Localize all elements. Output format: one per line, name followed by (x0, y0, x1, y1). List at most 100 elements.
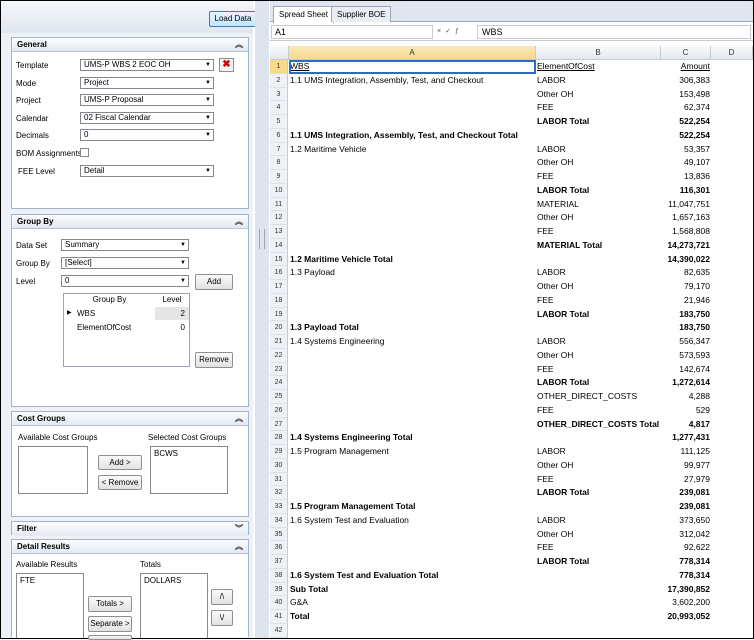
table-row[interactable]: 23 FEE 142,674 (270, 362, 753, 377)
cell-b[interactable]: LABOR (536, 266, 661, 280)
remove-cost-group-button[interactable]: < Remove (98, 475, 142, 490)
cell-c[interactable]: 522,254 (661, 115, 711, 129)
table-row[interactable]: 41 Total 20,993,052 (270, 610, 753, 624)
row-number[interactable]: 41 (270, 610, 288, 624)
row-number[interactable]: 21 (270, 335, 288, 349)
table-row[interactable]: 17 Other OH 79,170 (270, 280, 753, 294)
cell-a[interactable]: G&A (289, 596, 536, 610)
cell-c[interactable]: 183,750 (661, 321, 711, 335)
cell-b[interactable]: LABOR Total (536, 376, 661, 390)
cell-c[interactable]: 153,498 (661, 88, 711, 102)
cell-b[interactable]: FEE (536, 170, 661, 184)
cell-a[interactable]: 1.5 Program Management Total (289, 500, 536, 514)
cell-b[interactable]: Other OH (536, 528, 661, 542)
row-number[interactable]: 24 (270, 376, 288, 390)
table-row[interactable]: 8 Other OH 49,107 (270, 156, 753, 170)
row-number[interactable]: 27 (270, 417, 288, 432)
cell-b[interactable]: OTHER_DIRECT_COSTS Total (536, 418, 661, 432)
collapse-icon[interactable]: ︽ (235, 215, 243, 228)
table-row[interactable]: 2 1.1 UMS Integration, Assembly, Test, an… (270, 73, 753, 88)
column-header-b[interactable]: B (536, 46, 661, 60)
collapse-icon[interactable]: ︽ (235, 38, 243, 51)
cell-a[interactable]: 1.6 System Test and Evaluation Total (289, 569, 536, 583)
cell-b[interactable]: Other OH (536, 88, 661, 102)
table-row[interactable]: 12 Other OH 1,657,163 (270, 211, 753, 225)
table-row[interactable]: 3 Other OH 153,498 (270, 87, 753, 102)
row-number[interactable]: 26 (270, 403, 288, 418)
decimals-select[interactable]: 0 ▼ (80, 129, 214, 141)
cell-b[interactable]: LABOR (536, 445, 661, 459)
cell-c[interactable]: 239,081 (661, 500, 711, 514)
filter-header[interactable]: Filter ︾ (12, 522, 248, 536)
table-row[interactable]: 40 G&A 3,602,200 (270, 596, 753, 610)
row-number[interactable]: 37 (270, 555, 288, 569)
move-up-button[interactable]: /\ (211, 589, 233, 605)
totals-list[interactable]: DOLLARS (140, 573, 208, 638)
cell-c[interactable]: 14,390,022 (661, 253, 711, 267)
table-row[interactable]: 21 1.4 Systems Engineering LABOR 556,347 (270, 335, 753, 349)
cell-b[interactable]: LABOR Total (536, 115, 661, 129)
table-row[interactable]: 37 LABOR Total 778,314 (270, 555, 753, 569)
cell-b[interactable]: LABOR (536, 74, 661, 88)
table-row[interactable]: 30 Other OH 99,977 (270, 458, 753, 473)
table-row[interactable]: 29 1.5 Program Management LABOR 111,125 (270, 445, 753, 459)
table-row[interactable]: 9 FEE 13,836 (270, 170, 753, 184)
cell-c[interactable]: 556,347 (661, 335, 711, 349)
column-header-c[interactable]: C (661, 46, 711, 60)
remove-groupby-button[interactable]: Remove (195, 352, 233, 368)
cell-c[interactable]: 529 (661, 404, 711, 418)
row-number[interactable]: 10 (270, 183, 288, 198)
table-row[interactable]: 10 LABOR Total 116,301 (270, 183, 753, 198)
cell-b[interactable]: OTHER_DIRECT_COSTS (536, 390, 661, 404)
cell-a[interactable]: 1.5 Program Management (289, 445, 536, 459)
cell-c[interactable]: 92,622 (661, 541, 711, 555)
detail-results-header[interactable]: Detail Results ︽ (12, 540, 248, 554)
cell-b[interactable]: FEE (536, 363, 661, 377)
cell-b[interactable]: ElementOfCost (536, 60, 661, 74)
cell-a[interactable]: 1.1 UMS Integration, Assembly, Test, and… (289, 129, 536, 143)
project-select[interactable]: UMS-P Proposal ▼ (80, 94, 214, 106)
row-number[interactable]: 3 (270, 87, 288, 102)
cell-a[interactable]: Sub Total (289, 583, 536, 597)
move-down-button[interactable]: \/ (211, 610, 233, 626)
formula-input[interactable]: WBS (477, 25, 751, 39)
row-number[interactable]: 35 (270, 527, 288, 542)
groupby-select[interactable]: [Select] ▼ (61, 257, 189, 269)
tab-supplier-boe[interactable]: Supplier BOE (331, 6, 392, 22)
selected-cost-groups-list[interactable]: BCWS (150, 446, 228, 494)
cell-c[interactable]: 53,357 (661, 143, 711, 157)
table-row[interactable]: 33 1.5 Program Management Total 239,081 (270, 500, 753, 514)
row-number[interactable]: 31 (270, 472, 288, 487)
cell-c[interactable]: 27,979 (661, 473, 711, 487)
bom-checkbox[interactable] (80, 148, 89, 157)
cell-b[interactable]: MATERIAL Total (536, 239, 661, 253)
row-number[interactable]: 6 (270, 128, 288, 143)
row-number[interactable]: 30 (270, 458, 288, 473)
cell-b[interactable]: FEE (536, 404, 661, 418)
row-number[interactable]: 22 (270, 348, 288, 363)
cell-a[interactable]: WBS (289, 60, 536, 74)
expand-icon[interactable]: ︾ (235, 522, 243, 535)
cell-a[interactable]: 1.4 Systems Engineering (289, 335, 536, 349)
cell-b[interactable]: Other OH (536, 211, 661, 225)
fee-level-select[interactable]: Detail ▼ (80, 165, 214, 177)
table-row[interactable]: 7 1.2 Maritime Vehicle LABOR 53,357 (270, 142, 753, 157)
list-item[interactable]: FTE (20, 576, 80, 585)
table-row[interactable]: 36 FEE 92,622 (270, 541, 753, 555)
cell-b[interactable]: LABOR (536, 143, 661, 157)
table-row[interactable]: 11 MATERIAL 11,047,751 (270, 197, 753, 212)
cell-c[interactable]: 1,657,163 (661, 211, 711, 225)
row-number[interactable]: 12 (270, 211, 288, 225)
cell-b[interactable]: FEE (536, 225, 661, 239)
row-number[interactable]: 33 (270, 500, 288, 514)
table-row[interactable]: 24 LABOR Total 1,272,614 (270, 376, 753, 390)
level-select[interactable]: 0 ▼ (61, 275, 189, 287)
table-row[interactable]: 6 1.1 UMS Integration, Assembly, Test, an… (270, 128, 753, 143)
row-number[interactable]: 7 (270, 142, 288, 157)
row-number[interactable]: 19 (270, 307, 288, 322)
cell-c[interactable]: 11,047,751 (661, 198, 711, 212)
cell-name-box[interactable]: A1 (271, 25, 433, 39)
cell-c[interactable]: 183,750 (661, 308, 711, 322)
row-number[interactable]: 34 (270, 513, 288, 528)
panel-splitter[interactable] (255, 1, 269, 638)
